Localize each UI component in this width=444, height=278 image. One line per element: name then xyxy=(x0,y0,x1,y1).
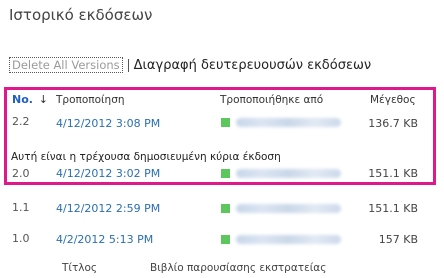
version-number: 1.1 xyxy=(12,201,30,214)
version-size: 136.7 KB xyxy=(368,117,418,130)
delete-all-versions-button[interactable]: Delete All Versions xyxy=(9,57,123,73)
sort-descending-icon: ↓ xyxy=(38,93,49,106)
version-date-link[interactable]: 4/12/2012 2:59 PM xyxy=(56,202,160,215)
presence-status-icon xyxy=(221,204,230,213)
page-title: Ιστορικό εκδόσεων xyxy=(9,6,153,24)
version-date-link[interactable]: 4/12/2012 3:02 PM xyxy=(56,167,160,180)
redacted-user-name[interactable] xyxy=(236,235,341,244)
version-size: 151.1 KB xyxy=(368,167,418,180)
presence-status-icon xyxy=(221,169,230,178)
current-version-note: Αυτή είναι η τρέχουσα δημοσιευμένη κύρια… xyxy=(11,151,281,163)
toolbar-divider xyxy=(127,58,129,72)
column-header-number-label: No. xyxy=(12,93,33,106)
presence-status-icon xyxy=(221,118,230,127)
column-header-size[interactable]: Μέγεθος xyxy=(370,94,416,106)
column-header-modified[interactable]: Τροποποίηση xyxy=(56,94,125,106)
version-size: 151.1 KB xyxy=(368,202,418,215)
version-number: 1.0 xyxy=(12,232,30,245)
presence-status-icon xyxy=(221,235,230,244)
column-header-modified-by[interactable]: Τροποποιήθηκε από xyxy=(220,94,323,106)
redacted-user-name[interactable] xyxy=(236,204,341,213)
version-size: 157 KB xyxy=(378,233,418,246)
delete-minor-versions-button[interactable]: Διαγραφή δευτερευουσών εκδόσεων xyxy=(134,58,372,73)
version-date-link[interactable]: 4/12/2012 3:08 PM xyxy=(56,117,160,130)
title-label: Τίτλος xyxy=(62,262,98,274)
title-value: Βιβλίο παρουσίασης εκστρατείας xyxy=(150,262,327,274)
redacted-user-name[interactable] xyxy=(236,118,341,127)
version-number: 2.2 xyxy=(12,115,30,128)
redacted-user-name[interactable] xyxy=(236,169,341,178)
version-date-link[interactable]: 4/2/2012 5:13 PM xyxy=(56,233,153,246)
version-toolbar: Delete All Versions Διαγραφή δευτερευουσ… xyxy=(9,56,371,74)
version-number: 2.0 xyxy=(12,167,30,180)
column-header-number[interactable]: No. ↓ xyxy=(12,93,48,106)
